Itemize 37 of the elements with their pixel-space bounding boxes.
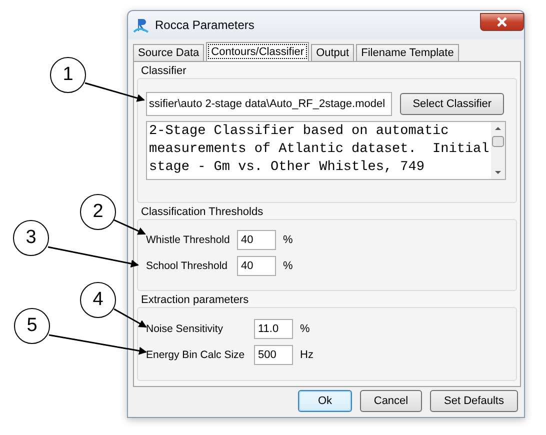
scrollbar-drawing xyxy=(491,122,505,179)
tab[interactable]: Output xyxy=(311,44,354,61)
callout-number: 3 xyxy=(13,220,49,256)
tab[interactable]: Source Data xyxy=(133,44,204,61)
input-field[interactable]: 40 xyxy=(237,256,276,276)
leader-arrow xyxy=(84,82,145,102)
group-heading: Classifier xyxy=(140,65,188,78)
unit-label: % xyxy=(283,234,293,246)
callout-number: 5 xyxy=(14,308,50,344)
dialog-button[interactable]: Cancel xyxy=(360,390,422,412)
app-logo-icon xyxy=(133,17,149,33)
callout-number: 1 xyxy=(50,57,86,93)
dialog-button[interactable]: Set Defaults xyxy=(430,390,518,412)
input-field[interactable]: 40 xyxy=(237,230,276,250)
group-heading: Classification Thresholds xyxy=(140,206,264,219)
callout-number: 4 xyxy=(80,282,116,318)
close-icon xyxy=(496,17,508,27)
unit-label: % xyxy=(300,323,310,335)
path-field[interactable]: ssifier\auto 2-stage data\Auto_RF_2stage.model xyxy=(146,92,392,116)
input-field[interactable]: 500 xyxy=(254,345,293,365)
leader-arrow xyxy=(114,308,147,328)
callout-number: 2 xyxy=(80,194,116,230)
window-title: Rocca Parameters xyxy=(155,18,254,32)
field-label: Whistle Threshold xyxy=(146,234,231,246)
leader-arrow xyxy=(114,219,146,235)
tab[interactable]: Filename Template xyxy=(356,44,459,61)
input-field[interactable]: 11.0 xyxy=(254,319,293,339)
field-label: Energy Bin Calc Size xyxy=(146,349,246,361)
field-label: School Threshold xyxy=(146,260,229,272)
group-heading: Extraction parameters xyxy=(140,294,250,307)
dialog-button[interactable]: Ok xyxy=(298,390,352,412)
select-classifier-button[interactable]: Select Classifier xyxy=(400,93,504,115)
close-button[interactable] xyxy=(480,13,524,31)
unit-label: % xyxy=(283,260,293,272)
unit-label: Hz xyxy=(300,349,314,361)
tab[interactable]: Contours/Classifier xyxy=(206,42,310,61)
field-label: Noise Sensitivity xyxy=(146,323,224,335)
